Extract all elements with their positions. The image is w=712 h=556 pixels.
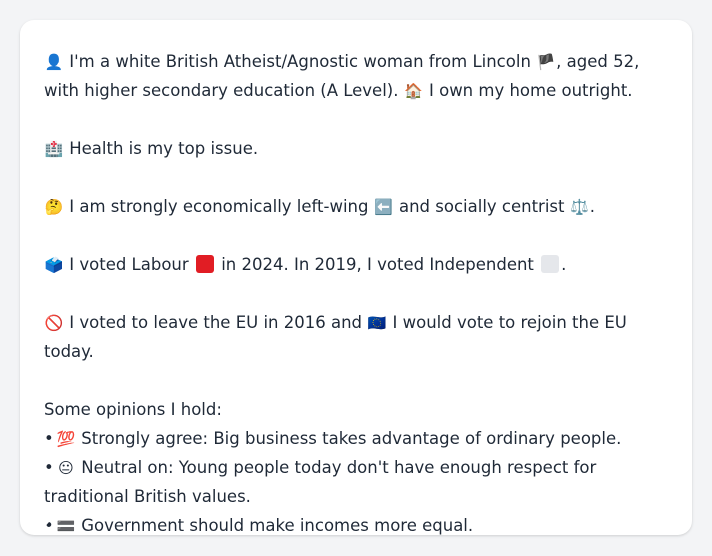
hospital-icon: 🏥 [44, 140, 64, 158]
voting-text-1: I voted Labour [69, 255, 189, 274]
opinion-item: • 🟰 Government should make incomes more e… [44, 511, 668, 540]
balance-scale-icon: ⚖️ [570, 198, 590, 216]
thinking-face-icon: 🤔 [44, 198, 64, 216]
labour-red-square-icon [195, 255, 214, 273]
profile-paragraph: 👤 I'm a white British Atheist/Agnostic w… [44, 47, 668, 105]
equals-sign-icon: 🟰 [56, 517, 76, 535]
eu-paragraph: 🚫 I voted to leave the EU in 2016 and 🇪🇺… [44, 308, 668, 366]
england-flag-icon: 🏴 [536, 53, 556, 71]
neutral-face-icon: 😐 [58, 459, 74, 477]
profile-home-text: I own my home outright. [428, 81, 633, 100]
ideology-text-2: and socially centrist [398, 197, 565, 216]
person-icon: 👤 [44, 53, 64, 71]
health-paragraph: 🏥 Health is my top issue. [44, 134, 668, 163]
independent-white-square-icon [541, 255, 560, 273]
bullet: • [44, 458, 54, 477]
opinion-item: • 💯 Strongly agree: Big business takes ad… [44, 424, 668, 453]
opinion-text: Strongly agree: Big business takes advan… [81, 429, 622, 448]
house-icon: 🏠 [404, 82, 424, 100]
opinion-text: Government should make incomes more equa… [81, 516, 474, 535]
ideology-text-1: I am strongly economically left-wing [69, 197, 369, 216]
eu-text-1: I voted to leave the EU in 2016 and [69, 313, 363, 332]
bubble-tail [31, 515, 55, 529]
eu-flag-icon: 🇪🇺 [367, 314, 387, 332]
bullet: • [44, 429, 54, 448]
left-arrow-icon: ⬅️ [374, 198, 394, 216]
ideology-text-3: . [589, 197, 595, 216]
opinion-item: • 😐 Neutral on: Young people today don't … [44, 453, 668, 511]
voting-text-2: in 2024. In 2019, I voted Independent [221, 255, 534, 274]
health-text: Health is my top issue. [69, 139, 259, 158]
ideology-paragraph: 🤔 I am strongly economically left-wing ⬅… [44, 192, 668, 221]
voting-paragraph: 🗳️ I voted Labour in 2024. In 2019, I vo… [44, 250, 668, 279]
opinion-text: Neutral on: Young people today don't hav… [44, 458, 597, 506]
profile-intro-text: I'm a white British Atheist/Agnostic wom… [69, 52, 531, 71]
voting-text-3: . [561, 255, 567, 274]
opinions-title: Some opinions I hold: [44, 400, 222, 419]
chat-message-bubble: 👤 I'm a white British Atheist/Agnostic w… [20, 20, 692, 535]
hundred-points-icon: 💯 [56, 430, 76, 448]
prohibited-icon: 🚫 [44, 314, 64, 332]
ballot-box-icon: 🗳️ [44, 256, 64, 274]
